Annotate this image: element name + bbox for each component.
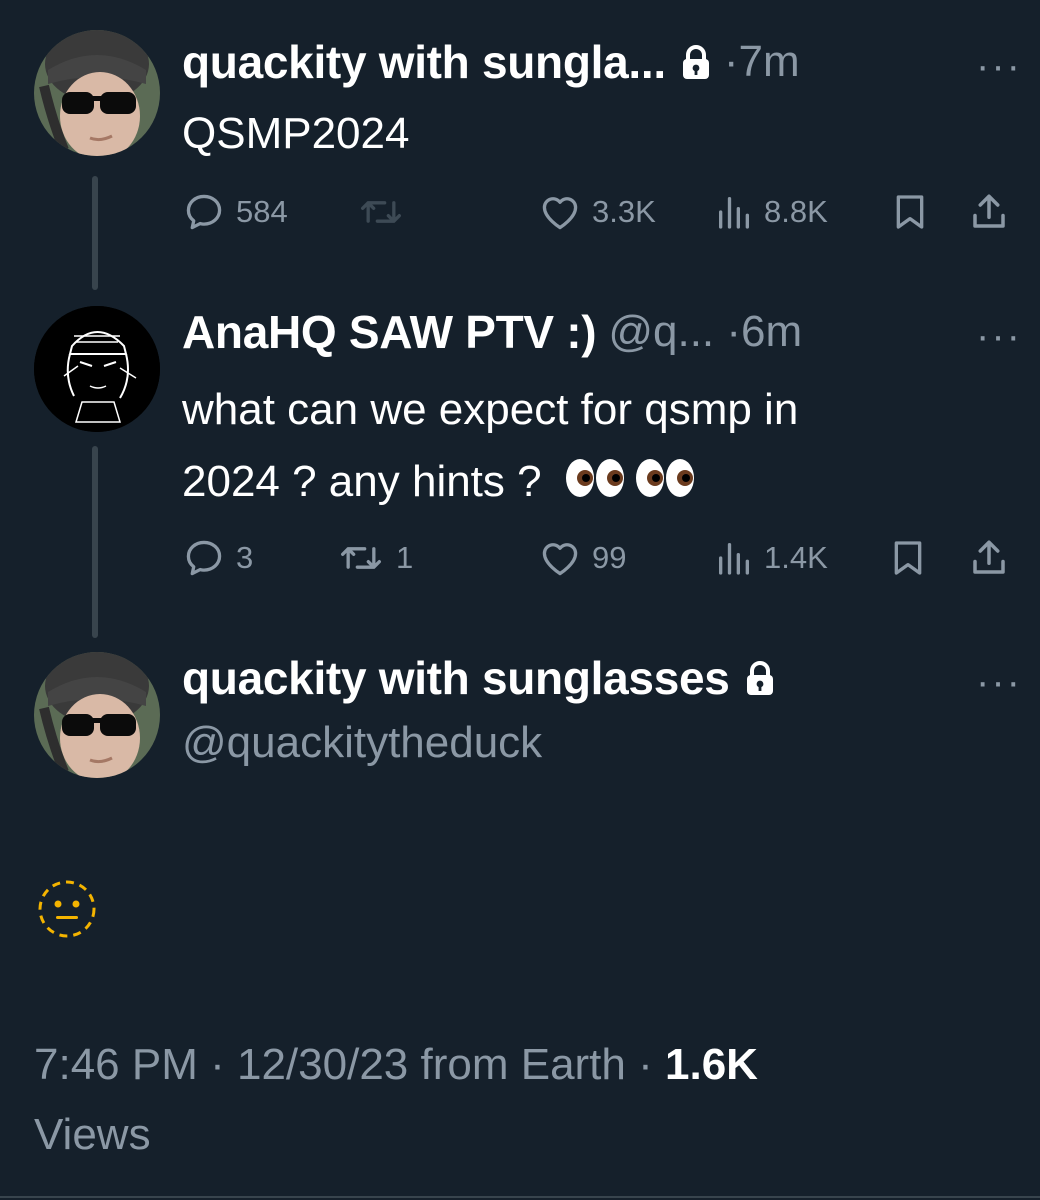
- tweet-text: what can we expect for qsmp in 2024 ? an…: [182, 374, 1000, 522]
- more-icon[interactable]: ···: [976, 316, 1022, 356]
- avatar[interactable]: [34, 30, 160, 156]
- more-icon[interactable]: ···: [976, 662, 1022, 702]
- views-button[interactable]: 8.8K: [714, 190, 828, 234]
- tweet-header: AnaHQ SAW PTV :) @q... ·6m: [182, 302, 1020, 362]
- retweet-icon: [361, 201, 401, 223]
- tweet-text-line: what can we expect for qsmp in: [182, 385, 799, 434]
- tweet-meta: ·7m: [723, 37, 800, 86]
- lock-icon: [682, 45, 709, 79]
- tweet-thread-page: quackity with sungla... ·7m ··· QSMP2024…: [0, 0, 1040, 1200]
- separator: ·: [625, 1040, 665, 1089]
- user-handle[interactable]: @quackitytheduck: [182, 718, 542, 768]
- display-name[interactable]: quackity with sunglasses: [182, 651, 730, 705]
- reply-count: 3: [236, 540, 254, 575]
- like-button[interactable]: 99: [538, 536, 626, 580]
- reply-button[interactable]: 584: [182, 190, 288, 234]
- thread-line: [92, 446, 98, 638]
- tweet-text-line: 2024 ? any hints ?: [182, 446, 1000, 522]
- avatar[interactable]: [34, 652, 160, 778]
- views-icon: [719, 543, 749, 575]
- divider: [0, 1196, 1040, 1198]
- views-button[interactable]: 1.4K: [714, 536, 828, 580]
- avatar-anahq-image: [34, 306, 160, 432]
- share-icon: [973, 540, 1005, 574]
- views-count: 1.4K: [764, 540, 828, 575]
- avatar[interactable]: [34, 306, 160, 432]
- retweet-icon: [341, 547, 381, 569]
- views-count: 8.8K: [764, 194, 828, 229]
- retweet-button[interactable]: 1: [336, 536, 413, 580]
- tweet-header: quackity with sunglasses: [182, 648, 1020, 708]
- tweet-footer: 7:46 PM · 12/30/23 from Earth · 1.6K Vie…: [34, 1030, 1000, 1170]
- total-views-count: 1.6K: [665, 1040, 758, 1089]
- retweet-button[interactable]: [356, 190, 416, 234]
- tweet-source: from Earth: [408, 1040, 626, 1089]
- avatar-quackity-image: [34, 30, 160, 156]
- separator: ·: [197, 1040, 237, 1089]
- tweet-actions: 3 1 99 1.4K: [182, 536, 1022, 586]
- tweet-time[interactable]: 7:46 PM: [34, 1040, 198, 1089]
- tweet-date[interactable]: 12/30/23: [237, 1040, 408, 1089]
- reply-icon: [186, 194, 222, 230]
- bookmark-button[interactable]: [890, 190, 930, 234]
- avatar-quackity-image: [34, 652, 160, 778]
- like-count: 3.3K: [592, 194, 656, 229]
- bookmark-icon: [896, 195, 924, 229]
- tweet-meta: @q... ·6m: [608, 307, 803, 356]
- tweet-text-content: 2024 ? any hints ?: [182, 457, 542, 506]
- display-name[interactable]: quackity with sungla...: [182, 35, 666, 89]
- thread-line: [92, 176, 98, 290]
- share-icon: [973, 194, 1005, 228]
- eyes-icon: [565, 459, 694, 497]
- dotted-line-face-emoji: [38, 880, 96, 938]
- reply-button[interactable]: 3: [182, 536, 253, 580]
- bookmark-button[interactable]: [888, 536, 928, 580]
- reply-icon: [186, 540, 222, 576]
- share-button[interactable]: [968, 536, 1010, 580]
- tweet-header: quackity with sungla... ·7m: [182, 32, 1020, 92]
- eyes-emoji: [564, 450, 696, 522]
- reply-count: 584: [236, 194, 288, 229]
- retweet-count: 1: [396, 540, 414, 575]
- like-button[interactable]: 3.3K: [538, 190, 656, 234]
- tweet-actions: 584 3.3K 8.8K: [182, 190, 1022, 240]
- tweet-text: QSMP2024: [182, 109, 410, 158]
- heart-icon: [542, 197, 578, 230]
- more-icon[interactable]: ···: [976, 46, 1022, 86]
- lock-icon: [746, 661, 773, 695]
- views-label: Views: [34, 1110, 151, 1159]
- like-count: 99: [592, 540, 627, 575]
- bookmark-icon: [894, 541, 922, 575]
- display-name[interactable]: AnaHQ SAW PTV :): [182, 305, 597, 359]
- share-button[interactable]: [968, 190, 1010, 234]
- heart-icon: [542, 543, 578, 576]
- views-icon: [719, 197, 749, 229]
